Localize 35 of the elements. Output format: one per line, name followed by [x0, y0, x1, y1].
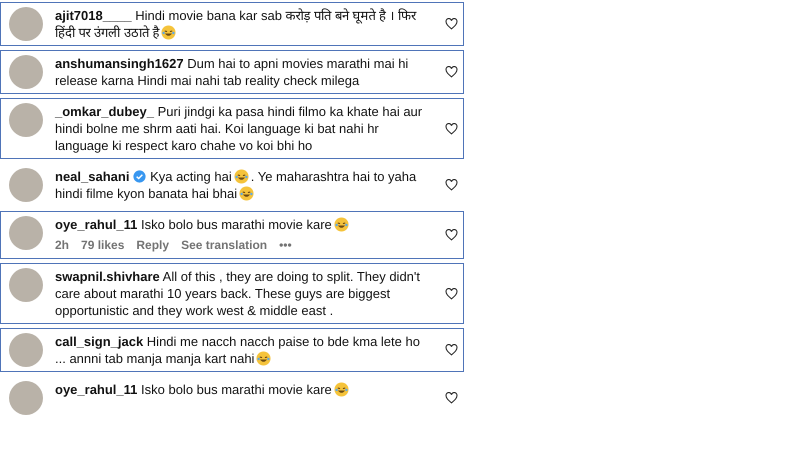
likes-count: 79 likes	[81, 237, 124, 254]
laughing-face-icon	[334, 382, 349, 397]
comment-text: ajit7018____ Hindi movie bana kar sab करोड़ पति बने घूमते है । फिर हिंदी पर उंगली उठाते है	[55, 7, 418, 41]
username-link[interactable]: oye_rahul_11	[55, 217, 138, 232]
username-link[interactable]: anshumansingh1627	[55, 56, 184, 71]
heart-icon[interactable]	[445, 288, 458, 300]
username-link[interactable]: ajit7018____	[55, 8, 132, 23]
comment-text: anshumansingh1627 Dum hai to apni movies marathi mai hi release karna Hindi mai nahi tab reality check milega	[55, 55, 410, 89]
translation-link[interactable]: See translation	[181, 236, 268, 254]
reply-link[interactable]: Reply	[136, 236, 170, 254]
comment-time: 2h	[55, 237, 70, 254]
heart-icon[interactable]	[445, 229, 458, 241]
heart-icon[interactable]	[445, 179, 458, 191]
comment-text: neal_sahani Kya acting hai . Ye maharashtra hai to yaha hindi filme kyon banata hai bhai	[55, 168, 418, 202]
username-link[interactable]: _omkar_dubey_	[55, 104, 154, 119]
comment-text: oye_rahul_11 Isko bolo bus marathi movie kare	[55, 216, 433, 233]
comment-text: swapnil.shivhare All of this , they are doing to split. They didn't care about marathi 10 years back. These guys are biggest opportunistic and they work west & middle east .	[55, 268, 421, 319]
username-link[interactable]: neal_sahani	[55, 169, 130, 184]
comment-text: call_sign_jack Hindi me nacch nacch paise to bde kma lete ho ... annni tab manja manja kart nahi	[55, 333, 421, 367]
username-link[interactable]: swapnil.shivhare	[55, 269, 160, 284]
more-button[interactable]: •••	[279, 236, 292, 254]
heart-icon[interactable]	[445, 66, 458, 78]
heart-icon[interactable]	[445, 392, 458, 404]
comment-text: _omkar_dubey_ Puri jindgi ka pasa hindi filmo ka khate hai aur hindi bolne me shrm aati hai. Koi language ki bat nahi hr language ki respect karo chahe vo koi bhi ho	[55, 103, 424, 154]
laughing-face-icon	[256, 351, 272, 366]
heart-icon[interactable]	[445, 18, 458, 30]
laughing-face-icon	[334, 217, 349, 232]
username-link[interactable]: call_sign_jack	[55, 334, 144, 349]
comment-text: oye_rahul_11 Isko bolo bus marathi movie kare	[55, 381, 433, 398]
laughing-face-icon	[239, 186, 254, 201]
laughing-face-icon	[161, 25, 176, 40]
laughing-face-icon	[234, 169, 249, 184]
username-link[interactable]: oye_rahul_11	[55, 382, 138, 397]
heart-icon[interactable]	[445, 122, 458, 134]
heart-icon[interactable]	[445, 344, 458, 356]
